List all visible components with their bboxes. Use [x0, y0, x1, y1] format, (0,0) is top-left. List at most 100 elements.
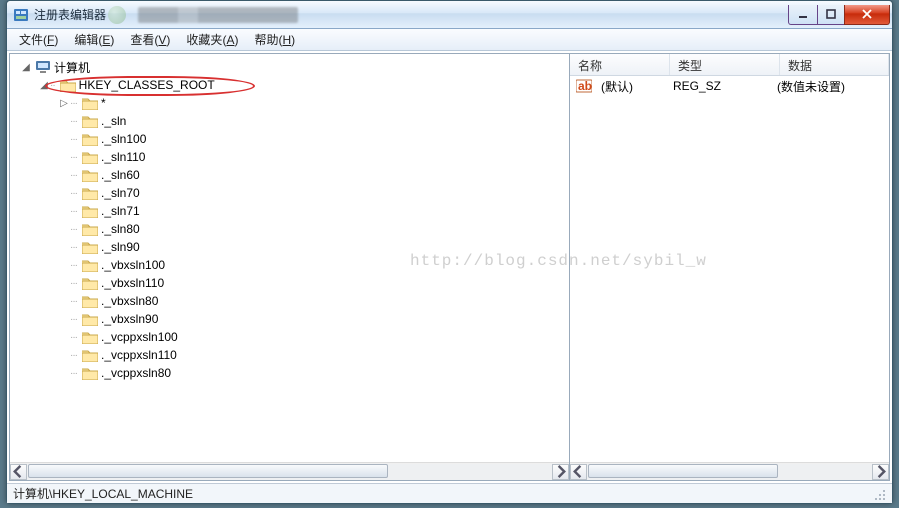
menu-help[interactable]: 帮助(H) [248, 29, 301, 50]
col-data[interactable]: 数据 [780, 54, 889, 75]
tree-child-row[interactable]: ··· ._sln70 [12, 184, 567, 202]
tree-child-label: ._vcppxsln100 [101, 330, 178, 344]
tree-hive-row[interactable]: ◢ ·· HKEY_CLASSES_ROOT [12, 76, 567, 94]
tree-root-row[interactable]: ◢ 计算机 [12, 58, 567, 76]
expand-icon[interactable]: ▷ [58, 98, 70, 109]
scroll-left-button[interactable] [10, 464, 27, 480]
folder-icon [82, 114, 98, 128]
tree-child-row[interactable]: ··· ._sln80 [12, 220, 567, 238]
tree-child-label: ._vbxsln100 [101, 258, 165, 272]
scroll-right-button[interactable] [872, 464, 889, 480]
tree-child-row[interactable]: ···._vcppxsln80 [12, 364, 567, 382]
folder-icon [82, 132, 98, 146]
scroll-track[interactable] [27, 464, 552, 480]
resize-grip-icon[interactable] [872, 487, 886, 501]
collapse-icon[interactable]: ◢ [20, 62, 32, 73]
tree-connector: ··· [70, 242, 77, 253]
tree-child-label: ._sln110 [101, 150, 145, 164]
scroll-thumb[interactable] [28, 464, 388, 478]
tree-child-row[interactable]: ··· ._vbxsln100 [12, 256, 567, 274]
menu-view[interactable]: 查看(V) [124, 29, 176, 50]
tree-connector: ··· [70, 170, 77, 181]
tree-child-label: ._vbxsln90 [101, 312, 158, 326]
folder-icon [82, 168, 98, 182]
list-hscrollbar[interactable] [570, 462, 889, 480]
tree-hive-label: HKEY_CLASSES_ROOT [79, 78, 215, 92]
maximize-button[interactable] [817, 5, 845, 25]
titlebar[interactable]: 注册表编辑器 [7, 1, 892, 29]
tree-connector: ··· [70, 188, 77, 199]
value-name: (默认) [595, 78, 667, 95]
col-type[interactable]: 类型 [670, 54, 780, 75]
tree-connector: ··· [70, 98, 77, 109]
registry-tree[interactable]: ◢ 计算机 ◢ ·· HKEY_CLASSES_ROOT ▷···*···._s… [10, 54, 569, 462]
menu-file[interactable]: 文件(F) [13, 29, 64, 50]
tree-child-row[interactable]: ···._vbxsln80 [12, 292, 567, 310]
folder-icon [60, 78, 76, 92]
tree-child-label: ._vbxsln110 [101, 276, 164, 290]
tree-child-row[interactable]: ··· ._sln60 [12, 166, 567, 184]
tree-child-label: ._vcppxsln110 [101, 348, 177, 362]
value-data: (数值未设置) [771, 78, 851, 95]
folder-icon [82, 204, 98, 218]
tree-child-row[interactable]: ▷··· * [12, 94, 567, 112]
list-row[interactable]: ab (默认) REG_SZ (数值未设置) [570, 76, 889, 96]
close-button[interactable] [844, 5, 890, 25]
folder-icon [82, 366, 98, 380]
tree-pane: ◢ 计算机 ◢ ·· HKEY_CLASSES_ROOT ▷···*···._s… [10, 54, 570, 480]
value-list[interactable]: ab (默认) REG_SZ (数值未设置) [570, 76, 889, 462]
scroll-thumb[interactable] [588, 464, 778, 478]
title-blur-dot [108, 6, 126, 24]
tree-child-label: ._sln [101, 114, 126, 128]
tree-child-row[interactable]: ··· ._sln90 [12, 238, 567, 256]
collapse-icon[interactable]: ◢ [38, 80, 50, 91]
tree-child-label: ._vcppxsln80 [101, 366, 171, 380]
tree-hscrollbar[interactable] [10, 462, 569, 480]
minimize-button[interactable] [788, 5, 818, 25]
string-value-icon: ab [576, 78, 592, 94]
tree-child-row[interactable]: ··· ._vcppxsln100 [12, 328, 567, 346]
tree-child-row[interactable]: ··· ._sln100 [12, 130, 567, 148]
tree-child-row[interactable]: ··· ._sln [12, 112, 567, 130]
folder-icon [82, 258, 98, 272]
tree-child-row[interactable]: ··· ._vcppxsln110 [12, 346, 567, 364]
tree-child-row[interactable]: ··· ._sln71 [12, 202, 567, 220]
col-name[interactable]: 名称 [570, 54, 670, 75]
tree-child-label: ._sln90 [101, 240, 140, 254]
folder-icon [82, 276, 98, 290]
tree-child-row[interactable]: ··· ._sln110 [12, 148, 567, 166]
window-title: 注册表编辑器 [34, 6, 106, 23]
folder-icon [82, 312, 98, 326]
tree-connector: ··· [70, 350, 77, 361]
tree-child-label: ._sln80 [101, 222, 140, 236]
scroll-right-button[interactable] [552, 464, 569, 480]
tree-child-label: * [101, 96, 106, 110]
tree-connector: ··· [70, 152, 77, 163]
folder-icon [82, 96, 98, 110]
menu-edit[interactable]: 编辑(E) [68, 29, 120, 50]
tree-connector: ··· [70, 206, 77, 217]
tree-child-row[interactable]: ···._vbxsln110 [12, 274, 567, 292]
tree-child-label: ._sln100 [101, 132, 146, 146]
menu-favorites[interactable]: 收藏夹(A) [180, 29, 244, 50]
tree-child-row[interactable]: ···._vbxsln90 [12, 310, 567, 328]
tree-connector: ··· [70, 332, 77, 343]
scroll-left-button[interactable] [570, 464, 587, 480]
tree-child-label: ._sln70 [101, 186, 140, 200]
scroll-track[interactable] [587, 464, 872, 480]
tree-connector: ··· [70, 224, 77, 235]
window-buttons [789, 5, 890, 25]
folder-icon [82, 330, 98, 344]
menubar: 文件(F) 编辑(E) 查看(V) 收藏夹(A) 帮助(H) [7, 29, 892, 51]
computer-icon [35, 59, 51, 75]
tree-child-label: ._sln60 [101, 168, 140, 182]
statusbar: 计算机\HKEY_LOCAL_MACHINE [7, 483, 892, 503]
value-type: REG_SZ [667, 79, 771, 93]
tree-child-label: ._sln71 [101, 204, 140, 218]
folder-icon [82, 222, 98, 236]
value-list-pane: 名称 类型 数据 ab (默认) REG_SZ (数值未设置) [570, 54, 889, 480]
tree-connector: ··· [70, 260, 77, 271]
tree-connector: ··· [70, 116, 77, 127]
tree-connector: ··· [70, 134, 77, 145]
tree-connector: ··· [70, 296, 77, 307]
